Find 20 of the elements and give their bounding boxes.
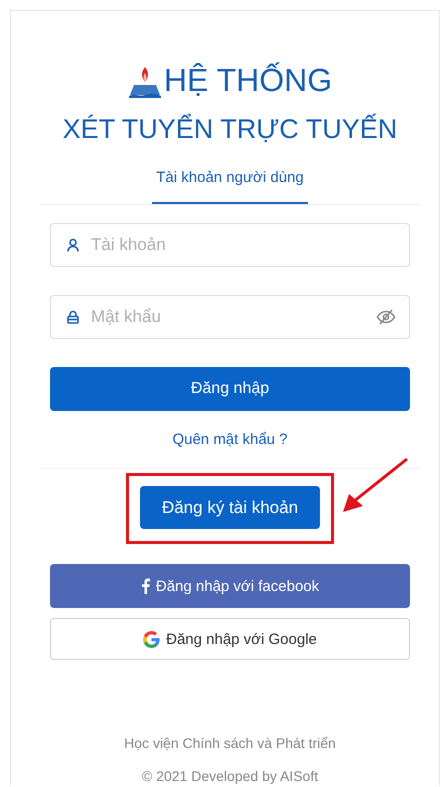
user-icon [66,238,80,252]
facebook-icon [140,578,150,594]
google-icon [143,630,160,648]
app-title: HỆ THỐNG [164,61,332,99]
eye-slash-icon[interactable] [376,309,396,325]
annotation-arrow [343,458,408,512]
register-button[interactable]: Đăng ký tài khoản [140,486,320,529]
username-field[interactable]: Tài khoản [50,223,410,267]
organization-name: Học viện Chính sách và Phát triển [124,734,336,752]
facebook-login-button[interactable]: Đăng nhập với facebook [50,564,410,608]
lock-icon [66,310,80,324]
app-subtitle: XÉT TUYỂN TRỰC TUYẾN [62,112,398,146]
copyright-text: 2021 Developed by AISoft [156,767,318,785]
google-login-button[interactable]: Đăng nhập với Google [50,618,410,660]
forgot-password-link[interactable]: Quên mật khẩu ? [172,431,288,449]
login-button[interactable]: Đăng nhập [50,367,410,411]
logo-icon [128,65,162,99]
tab[interactable]: Tài khoản người dùng [152,168,308,204]
password-field[interactable]: Mật khẩu [50,295,410,339]
copyright-icon: © [142,767,152,785]
